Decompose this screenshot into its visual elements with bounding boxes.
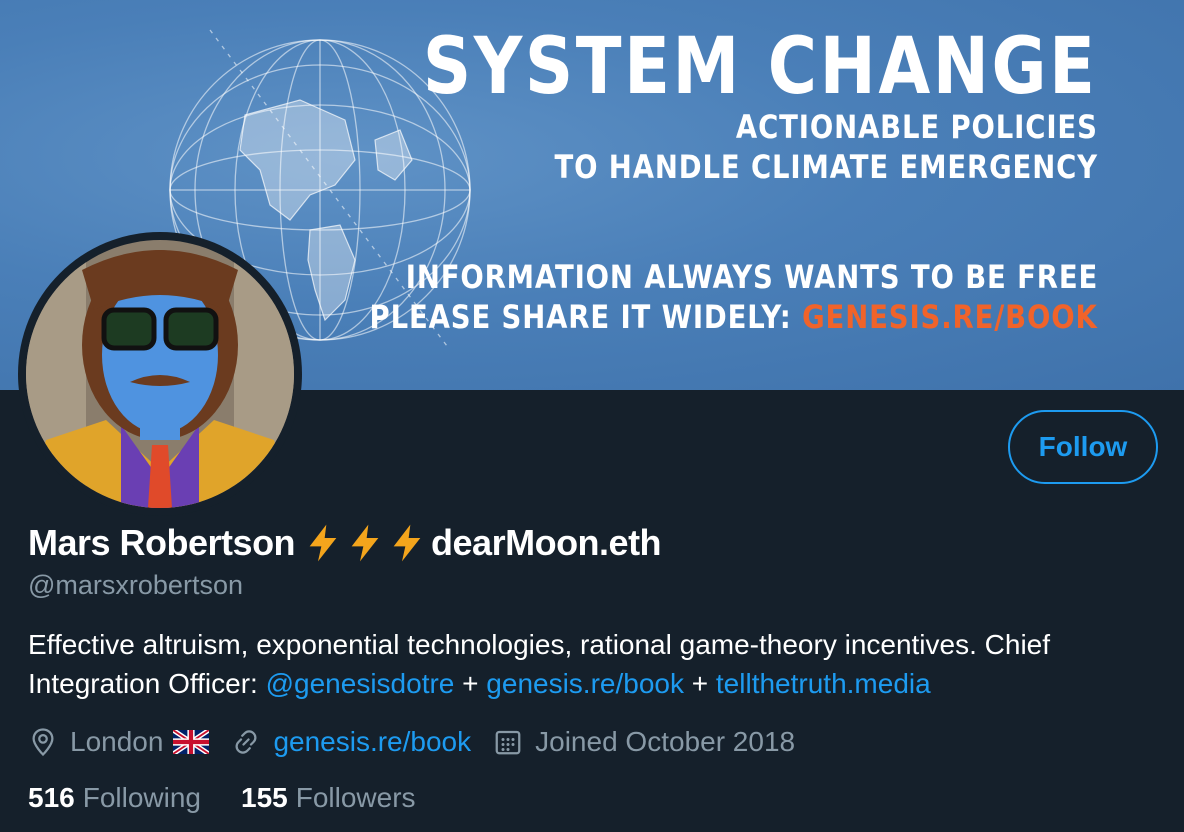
lightning-bolt-icons <box>303 523 429 563</box>
lightning-bolt-icon <box>351 524 379 562</box>
location: London <box>28 726 210 758</box>
bio-separator: + <box>454 668 487 699</box>
banner-info-line-1: INFORMATION ALWAYS WANTS TO BE FREE <box>405 258 1098 296</box>
uk-flag-icon <box>173 730 210 754</box>
location-pin-icon <box>32 728 54 757</box>
followers-number: 155 <box>241 782 288 813</box>
website-link[interactable]: genesis.re/book <box>273 726 471 758</box>
following-label: Following <box>82 782 201 813</box>
user-handle: @marsxrobertson <box>28 570 243 600</box>
bio-link-genesis-book[interactable]: genesis.re/book <box>486 668 684 699</box>
join-date: Joined October 2018 <box>493 726 795 758</box>
banner-title: SYSTEM CHANGE <box>423 22 1098 112</box>
lightning-bolt-icon <box>393 524 421 562</box>
link-icon <box>235 730 257 754</box>
banner-info-line-2: PLEASE SHARE IT WIDELY: GENESIS.RE/BOOK <box>370 298 1098 336</box>
avatar-image <box>26 240 294 508</box>
join-date-text: Joined October 2018 <box>535 726 796 757</box>
follow-button[interactable]: Follow <box>1008 410 1158 484</box>
bio-link-genesisdotre[interactable]: @genesisdotre <box>266 668 455 699</box>
profile-avatar[interactable] <box>18 232 302 516</box>
display-name-prefix: Mars Robertson <box>28 522 296 563</box>
lightning-bolt-icon <box>309 524 337 562</box>
calendar-icon <box>495 730 521 755</box>
banner-info-prefix: PLEASE SHARE IT WIDELY: <box>369 298 803 336</box>
bio-separator: + <box>683 668 716 699</box>
display-name-suffix: dearMoon.eth <box>431 522 662 563</box>
follow-counts: 516 Following 155 Followers <box>28 782 456 814</box>
following-count[interactable]: 516 Following <box>28 782 201 814</box>
profile-meta: London genesis.re/book Joined October 20… <box>28 722 817 762</box>
following-number: 516 <box>28 782 75 813</box>
banner-subtitle-line-1: ACTIONABLE POLICIES <box>736 108 1098 146</box>
bio-link-tellthetruth[interactable]: tellthetruth.media <box>716 668 931 699</box>
banner-subtitle-line-2: TO HANDLE CLIMATE EMERGENCY <box>554 148 1098 186</box>
website: genesis.re/book <box>231 726 471 758</box>
banner-link: GENESIS.RE/BOOK <box>802 298 1098 336</box>
display-name: Mars Robertson dearMoon.eth <box>28 522 662 564</box>
profile-bio: Effective altruism, exponential technolo… <box>28 625 1148 703</box>
followers-label: Followers <box>295 782 416 813</box>
followers-count[interactable]: 155 Followers <box>241 782 416 814</box>
location-text: London <box>70 726 164 757</box>
